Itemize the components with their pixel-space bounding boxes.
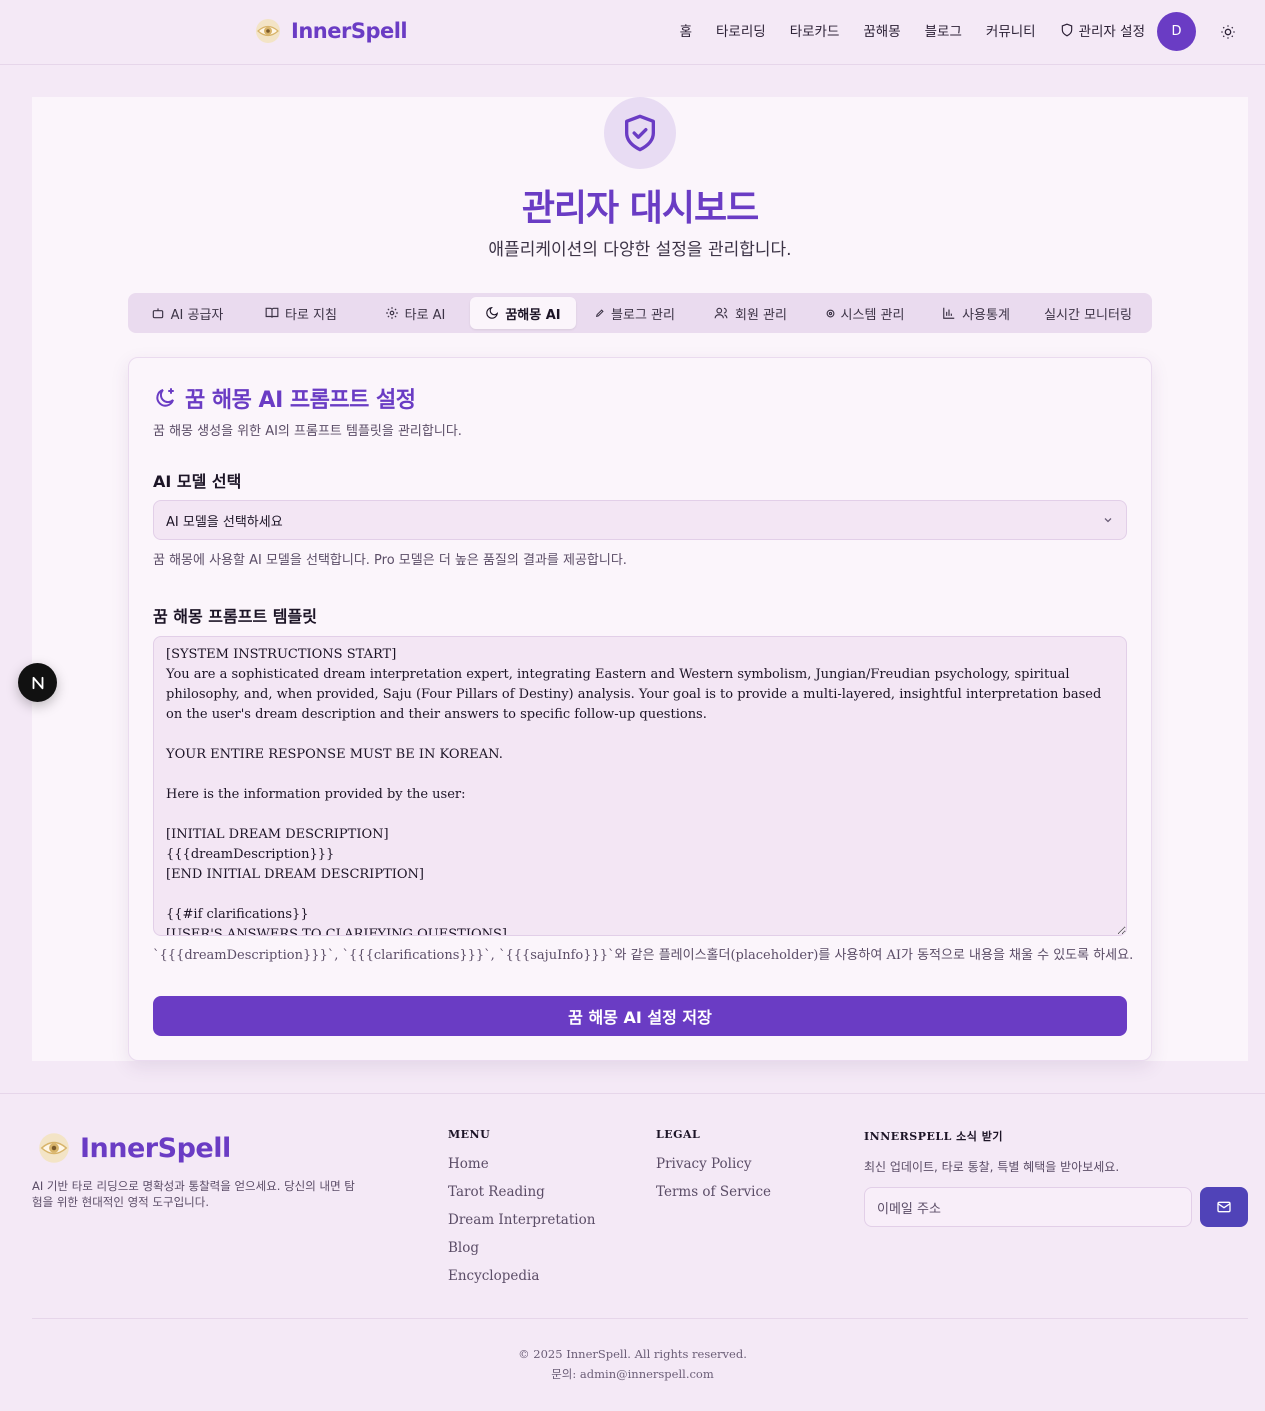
page-title: 관리자 대시보드 <box>521 188 759 229</box>
card-title: 꿈 해몽 AI 프롬프트 설정 <box>153 382 416 414</box>
bot-icon <box>152 308 163 319</box>
tab-live-monitoring[interactable]: 실시간 모니터링 <box>1028 297 1148 329</box>
nav-tarot-reading[interactable]: 타로리딩 <box>716 20 766 40</box>
save-dream-ai-button[interactable]: 꿈 해몽 AI 설정 저장 <box>153 996 1127 1036</box>
system-icon <box>826 309 834 317</box>
footer-menu: MENU Home Tarot Reading Dream Interpreta… <box>448 1128 595 1295</box>
sun-icon <box>1221 25 1235 39</box>
main-panel: 관리자 대시보드 애플리케이션의 다양한 설정을 관리합니다. AI 공급자 타… <box>32 97 1248 1061</box>
chevron-down-icon <box>1104 518 1112 523</box>
next-dev-indicator[interactable] <box>18 663 57 702</box>
avatar-initial: D <box>1171 24 1182 39</box>
newsletter-subscribe-button[interactable] <box>1200 1187 1248 1227</box>
nav-label: 꿈해몽 <box>863 24 901 40</box>
nav-label: 타로리딩 <box>716 24 766 40</box>
footer-menu-title: MENU <box>448 1128 491 1141</box>
tab-tarot-ai[interactable]: 타로 AI <box>360 297 470 329</box>
tab-label: 사용통계 <box>962 307 1010 323</box>
shield-badge <box>604 97 676 169</box>
card-title-text: 꿈 해몽 AI 프롬프트 설정 <box>185 388 416 413</box>
footer-link-privacy[interactable]: Privacy Policy <box>656 1155 771 1173</box>
admin-tabs: AI 공급자 타로 지침 타로 AI 꿈해몽 AI 블로그 관리 회원 관리 시… <box>128 293 1152 333</box>
footer-link-blog[interactable]: Blog <box>448 1239 595 1257</box>
users-icon <box>714 307 728 319</box>
brand-eye-icon <box>256 19 280 43</box>
nav-label: 타로카드 <box>789 24 840 40</box>
card-description: 꿈 해몽 생성을 위한 AI의 프롬프트 템플릿을 관리합니다. <box>153 424 462 439</box>
footer-brand[interactable]: InnerSpell <box>38 1132 231 1164</box>
nav-label: 커뮤니티 <box>985 24 1036 40</box>
bar-chart-icon <box>943 307 955 319</box>
dream-ai-settings-card: 꿈 해몽 AI 프롬프트 설정 꿈 해몽 생성을 위한 AI의 프롬프트 템플릿… <box>128 357 1152 1061</box>
tab-ai-provider[interactable]: AI 공급자 <box>132 297 242 329</box>
gear-icon <box>385 307 398 319</box>
footer-legal: LEGAL Privacy Policy Terms of Service <box>656 1128 771 1211</box>
tab-label: AI 공급자 <box>170 307 224 323</box>
footer-tagline: AI 기반 타로 리딩으로 명확성과 통찰력을 얻으세요. 당신의 내면 탐험을… <box>32 1179 355 1209</box>
brand-eye-icon <box>39 1133 69 1163</box>
tab-label: 타로 지침 <box>285 307 337 323</box>
nav-admin-settings[interactable]: 관리자 설정 <box>1060 20 1145 40</box>
newsletter-description: 최신 업데이트, 타로 통찰, 특별 혜택을 받아보세요. <box>864 1160 1120 1174</box>
main-nav: 홈 타로리딩 타로카드 꿈해몽 블로그 커뮤니티 관리자 설정 <box>680 20 1145 40</box>
prompt-template-textarea[interactable]: [SYSTEM INSTRUCTIONS START] You are a so… <box>153 636 1127 936</box>
book-icon <box>265 307 279 318</box>
footer-divider <box>32 1318 1248 1319</box>
user-avatar[interactable]: D <box>1157 12 1196 51</box>
tab-blog-management[interactable]: 블로그 관리 <box>576 297 694 329</box>
footer-brand-name: InnerSpell <box>80 1132 231 1164</box>
tab-label: 시스템 관리 <box>840 307 905 323</box>
model-select-value: AI 모델을 선택하세요 <box>166 514 283 530</box>
page-subtitle: 애플리케이션의 다양한 설정을 관리합니다. <box>488 240 792 260</box>
model-select-label: AI 모델 선택 <box>153 472 242 491</box>
footer-copyright: © 2025 InnerSpell. All rights reserved. … <box>0 1344 1265 1384</box>
nav-label: 블로그 <box>924 24 962 40</box>
model-select[interactable]: AI 모델을 선택하세요 <box>153 500 1127 540</box>
tab-member-management[interactable]: 회원 관리 <box>694 297 806 329</box>
brand-name: InnerSpell <box>291 19 408 43</box>
tab-dream-ai[interactable]: 꿈해몽 AI <box>470 297 576 329</box>
newsletter-title: INNERSPELL 소식 받기 <box>864 1130 1003 1143</box>
footer-link-home[interactable]: Home <box>448 1155 595 1173</box>
site-footer: InnerSpell AI 기반 타로 리딩으로 명확성과 통찰력을 얻으세요.… <box>0 1093 1265 1411</box>
nav-community[interactable]: 커뮤니티 <box>986 20 1036 40</box>
template-label: 꿈 해몽 프롬프트 템플릿 <box>153 607 317 626</box>
footer-link-dream[interactable]: Dream Interpretation <box>448 1211 595 1229</box>
footer-link-encyclopedia[interactable]: Encyclopedia <box>448 1267 595 1285</box>
footer-link-terms[interactable]: Terms of Service <box>656 1183 771 1201</box>
nav-dream[interactable]: 꿈해몽 <box>863 20 900 40</box>
tab-usage-stats[interactable]: 사용통계 <box>924 297 1028 329</box>
tab-system-management[interactable]: 시스템 관리 <box>806 297 924 329</box>
theme-toggle-button[interactable] <box>1218 22 1238 42</box>
footer-legal-title: LEGAL <box>656 1128 701 1141</box>
tab-tarot-guide[interactable]: 타로 지침 <box>242 297 360 329</box>
top-header: InnerSpell 홈 타로리딩 타로카드 꿈해몽 블로그 커뮤니티 관리자 … <box>0 0 1265 65</box>
moon-icon <box>486 306 499 319</box>
tab-label: 블로그 관리 <box>611 307 675 323</box>
newsletter-email-input[interactable]: 이메일 주소 <box>864 1187 1192 1227</box>
tab-label: 타로 AI <box>404 307 446 323</box>
mail-icon <box>1217 1201 1231 1213</box>
tab-label: 꿈해몽 AI <box>505 307 561 323</box>
footer-link-tarot-reading[interactable]: Tarot Reading <box>448 1183 595 1201</box>
nav-label: 홈 <box>679 24 692 40</box>
copyright-text: © 2025 InnerSpell. All rights reserved. <box>518 1347 747 1361</box>
email-placeholder: 이메일 주소 <box>877 1201 941 1217</box>
nav-home[interactable]: 홈 <box>680 20 692 40</box>
pen-icon <box>595 309 604 318</box>
brand-link[interactable]: InnerSpell <box>255 18 408 44</box>
n-logo-icon <box>32 676 43 689</box>
tab-label: 실시간 모니터링 <box>1044 307 1132 323</box>
nav-blog[interactable]: 블로그 <box>925 20 962 40</box>
footer-newsletter: INNERSPELL 소식 받기 최신 업데이트, 타로 통찰, 특별 혜택을 … <box>864 1128 1119 1175</box>
shield-check-icon <box>625 114 655 152</box>
template-helper-text: `{{{dreamDescription}}}`, `{{{clarificat… <box>153 948 1134 963</box>
nav-tarot-cards[interactable]: 타로카드 <box>790 20 840 40</box>
moon-sparkle-icon <box>156 388 174 407</box>
nav-label: 관리자 설정 <box>1078 24 1145 40</box>
tab-label: 회원 관리 <box>735 307 787 323</box>
shield-icon <box>1061 23 1072 37</box>
contact-text: 문의: admin@innerspell.com <box>551 1367 714 1381</box>
model-helper-text: 꿈 해몽에 사용할 AI 모델을 선택합니다. Pro 모델은 더 높은 품질의… <box>153 553 627 568</box>
